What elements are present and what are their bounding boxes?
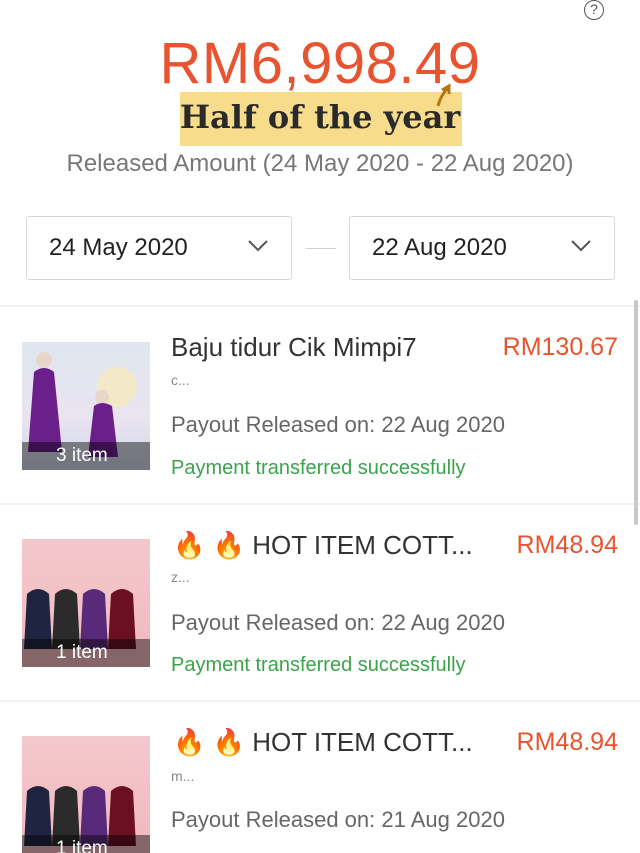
- payment-status: Payment transferred successfully: [171, 457, 466, 479]
- item-title: 🔥 🔥 HOT ITEM COTT...: [173, 727, 473, 757]
- end-date-picker[interactable]: 22 Aug 2020: [349, 216, 615, 280]
- divider: [0, 503, 640, 505]
- product-thumbnail: 1 item: [22, 539, 150, 667]
- item-count: 1 item: [22, 639, 150, 667]
- item-price: RM130.67: [502, 333, 618, 361]
- payout-date: Payout Released on: 21 Aug 2020: [171, 807, 505, 832]
- item-title: Baju tidur Cik Mimpi7: [171, 332, 417, 362]
- released-amount-value: RM6,998.49: [159, 31, 481, 96]
- chevron-down-icon: [571, 240, 591, 252]
- payout-date: Payout Released on: 22 Aug 2020: [171, 610, 505, 635]
- chevron-down-icon: [248, 240, 268, 252]
- item-variant: z...: [171, 569, 190, 585]
- item-count: 1 item: [22, 835, 150, 853]
- payment-status: Payment transferred successfully: [171, 654, 466, 676]
- released-amount-label: Released Amount (24 May 2020 - 22 Aug 20…: [66, 150, 574, 177]
- help-icon[interactable]: ?: [584, 0, 604, 20]
- item-count: 3 item: [22, 442, 150, 470]
- item-variant: m...: [171, 768, 195, 784]
- product-thumbnail: 1 item: [22, 736, 150, 853]
- date-range-separator: [306, 248, 336, 249]
- product-thumbnail: 3 item: [22, 342, 150, 470]
- divider: [0, 305, 640, 307]
- annotation-arrow-icon: [436, 83, 451, 107]
- divider: [0, 700, 640, 702]
- start-date-value: 24 May 2020: [49, 234, 188, 261]
- item-price: RM48.94: [516, 531, 618, 559]
- annotation-text: Half of the year: [179, 98, 461, 136]
- payout-date: Payout Released on: 22 Aug 2020: [171, 412, 505, 437]
- item-title: 🔥 🔥 HOT ITEM COTT...: [173, 530, 473, 560]
- item-variant: c...: [171, 372, 190, 388]
- end-date-value: 22 Aug 2020: [372, 234, 507, 261]
- item-price: RM48.94: [516, 728, 618, 756]
- start-date-picker[interactable]: 24 May 2020: [26, 216, 292, 280]
- scrollbar[interactable]: [634, 300, 638, 525]
